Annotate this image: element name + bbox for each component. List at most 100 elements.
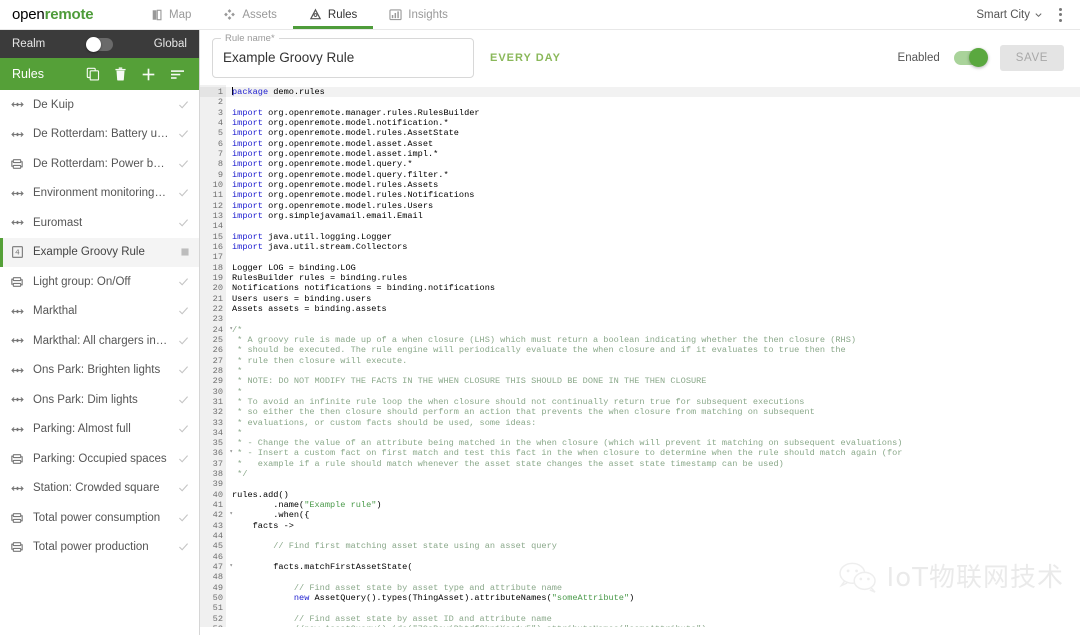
sort-rules-button[interactable] xyxy=(170,68,185,81)
code-line[interactable]: * should be executed. The rule engine wi… xyxy=(232,345,1080,355)
rule-enabled-check-icon xyxy=(178,424,189,434)
code-line[interactable]: import org.openremote.model.notification… xyxy=(232,118,1080,128)
code-line[interactable]: * To avoid an infinite rule loop the whe… xyxy=(232,397,1080,407)
duplicate-rule-button[interactable] xyxy=(86,67,100,81)
code-line[interactable]: import org.openremote.model.query.filter… xyxy=(232,170,1080,180)
code-line[interactable]: .name("Example rule") xyxy=(232,500,1080,510)
code-line[interactable]: import org.simplejavamail.email.Email xyxy=(232,211,1080,221)
list-item[interactable]: De Kuip xyxy=(0,90,199,120)
code-line[interactable]: //new AssetQuery().ids("7CaBoyiDhtdf2kn1… xyxy=(232,624,1080,627)
code-line[interactable]: * - Insert a custom fact on first match … xyxy=(232,448,1080,458)
code-token-kw: import xyxy=(232,117,263,128)
copy-icon xyxy=(86,67,100,81)
code-line[interactable] xyxy=(232,314,1080,324)
code-line[interactable]: import java.util.stream.Collectors xyxy=(232,242,1080,252)
list-item[interactable]: De Rotterdam: Battery use xyxy=(0,120,199,150)
realm-selector[interactable]: Smart City xyxy=(970,9,1049,21)
list-item[interactable]: Markthal xyxy=(0,297,199,327)
code-line[interactable]: * - Change the value of an attribute bei… xyxy=(232,438,1080,448)
list-item[interactable]: Markthal: All chargers in use xyxy=(0,326,199,356)
code-line[interactable]: * rule then closure will execute. xyxy=(232,356,1080,366)
list-item[interactable]: Total power consumption xyxy=(0,503,199,533)
code-line[interactable] xyxy=(232,97,1080,107)
code-line[interactable] xyxy=(232,221,1080,231)
list-item[interactable]: Ons Park: Dim lights xyxy=(0,385,199,415)
code-line[interactable]: import java.util.logging.Logger xyxy=(232,232,1080,242)
code-line[interactable]: package demo.rules xyxy=(226,87,1080,98)
code-line[interactable]: import org.openremote.model.rules.Notifi… xyxy=(232,190,1080,200)
list-item[interactable]: Euromast xyxy=(0,208,199,238)
line-number: 15 xyxy=(212,231,223,242)
code-line[interactable]: rules.add() xyxy=(232,490,1080,500)
schedule-badge[interactable]: EVERY DAY xyxy=(490,52,561,64)
tab-rules[interactable]: Rules xyxy=(292,0,374,29)
code-line[interactable]: // Find first matching asset state using… xyxy=(232,541,1080,551)
code-line[interactable]: RulesBuilder rules = binding.rules xyxy=(232,273,1080,283)
code-line[interactable] xyxy=(232,552,1080,562)
rule-name-input[interactable]: Rule name* Example Groovy Rule xyxy=(212,32,474,78)
code-line[interactable]: * so either the then closure should perf… xyxy=(232,407,1080,417)
code-line[interactable]: import org.openremote.model.query.* xyxy=(232,159,1080,169)
code-line[interactable]: Users users = binding.users xyxy=(232,294,1080,304)
code-line[interactable] xyxy=(232,603,1080,613)
code-line[interactable]: import org.openremote.model.asset.Asset xyxy=(232,139,1080,149)
code-line[interactable]: // Find asset state by asset ID and attr… xyxy=(232,614,1080,624)
code-line[interactable]: Assets assets = binding.assets xyxy=(232,304,1080,314)
enabled-toggle[interactable] xyxy=(953,47,988,67)
line-number: 29 xyxy=(212,376,223,387)
code-line[interactable]: * xyxy=(232,366,1080,376)
code-line[interactable] xyxy=(232,572,1080,582)
code-line[interactable]: * example if a rule should match wheneve… xyxy=(232,459,1080,469)
delete-rule-button[interactable] xyxy=(114,67,127,81)
list-item[interactable]: Station: Crowded square xyxy=(0,474,199,504)
code-line[interactable]: .when({ xyxy=(232,510,1080,520)
code-line[interactable] xyxy=(232,531,1080,541)
line-number: 50 xyxy=(212,593,223,604)
code-line[interactable]: import org.openremote.model.asset.impl.* xyxy=(232,149,1080,159)
code-line[interactable]: * xyxy=(232,428,1080,438)
list-item[interactable]: Parking: Occupied spaces xyxy=(0,444,199,474)
code-line[interactable]: facts.matchFirstAssetState( xyxy=(232,562,1080,572)
editor-code-area[interactable]: package demo.rules import org.openremote… xyxy=(226,85,1080,627)
line-number: 26 xyxy=(212,345,223,356)
code-token-cm: * - Insert a custom fact on first match … xyxy=(232,448,903,459)
code-line[interactable]: * A groovy rule is made up of a when clo… xyxy=(232,335,1080,345)
code-line[interactable]: import org.openremote.model.rules.AssetS… xyxy=(232,128,1080,138)
list-item[interactable]: Environment monitoring: Alerts xyxy=(0,179,199,209)
code-line[interactable]: * evaluations, or custom facts should be… xyxy=(232,418,1080,428)
code-line[interactable] xyxy=(232,252,1080,262)
save-button[interactable]: SAVE xyxy=(999,44,1064,71)
list-item[interactable]: Parking: Almost full xyxy=(0,415,199,445)
code-token-cm: * xyxy=(232,427,243,438)
realm-toggle[interactable] xyxy=(85,36,113,52)
code-line[interactable]: * xyxy=(232,387,1080,397)
code-line[interactable]: Logger LOG = binding.LOG xyxy=(232,263,1080,273)
list-item[interactable]: Light group: On/Off xyxy=(0,267,199,297)
overflow-menu-button[interactable] xyxy=(1051,7,1070,22)
code-line[interactable]: Notifications notifications = binding.no… xyxy=(232,283,1080,293)
openremote-logo[interactable]: open remote xyxy=(0,0,135,29)
tab-map[interactable]: Map xyxy=(135,0,207,29)
code-line[interactable]: // Find asset state by asset type and at… xyxy=(232,583,1080,593)
line-number: 28 xyxy=(212,365,223,376)
code-line[interactable]: new AssetQuery().types(ThingAsset).attri… xyxy=(232,593,1080,603)
groovy-code-editor[interactable]: 1234567891011121314151617181920212223242… xyxy=(200,85,1080,627)
line-number: 43 xyxy=(212,520,223,531)
code-token-p: facts.matchFirstAssetState( xyxy=(232,562,413,573)
list-item[interactable]: 4 Example Groovy Rule xyxy=(0,237,199,267)
tab-insights[interactable]: Insights xyxy=(373,0,464,29)
add-rule-button[interactable] xyxy=(141,67,156,82)
code-line[interactable] xyxy=(232,479,1080,489)
list-item[interactable]: Total power production xyxy=(0,533,199,563)
code-line[interactable]: facts -> xyxy=(232,521,1080,531)
code-line[interactable]: import org.openremote.model.rules.Users xyxy=(232,201,1080,211)
code-line[interactable]: * NOTE: DO NOT MODIFY THE FACTS IN THE W… xyxy=(232,376,1080,386)
list-item[interactable]: De Rotterdam: Power balance xyxy=(0,149,199,179)
code-line[interactable]: /* xyxy=(232,325,1080,335)
list-item[interactable]: Ons Park: Brighten lights xyxy=(0,356,199,386)
code-line[interactable]: import org.openremote.manager.rules.Rule… xyxy=(232,108,1080,118)
code-line[interactable]: import org.openremote.model.rules.Assets xyxy=(232,180,1080,190)
code-line[interactable]: */ xyxy=(232,469,1080,479)
rules-list[interactable]: De Kuip De Rotterdam: Battery use De Rotte… xyxy=(0,90,199,635)
tab-assets[interactable]: Assets xyxy=(207,0,293,29)
